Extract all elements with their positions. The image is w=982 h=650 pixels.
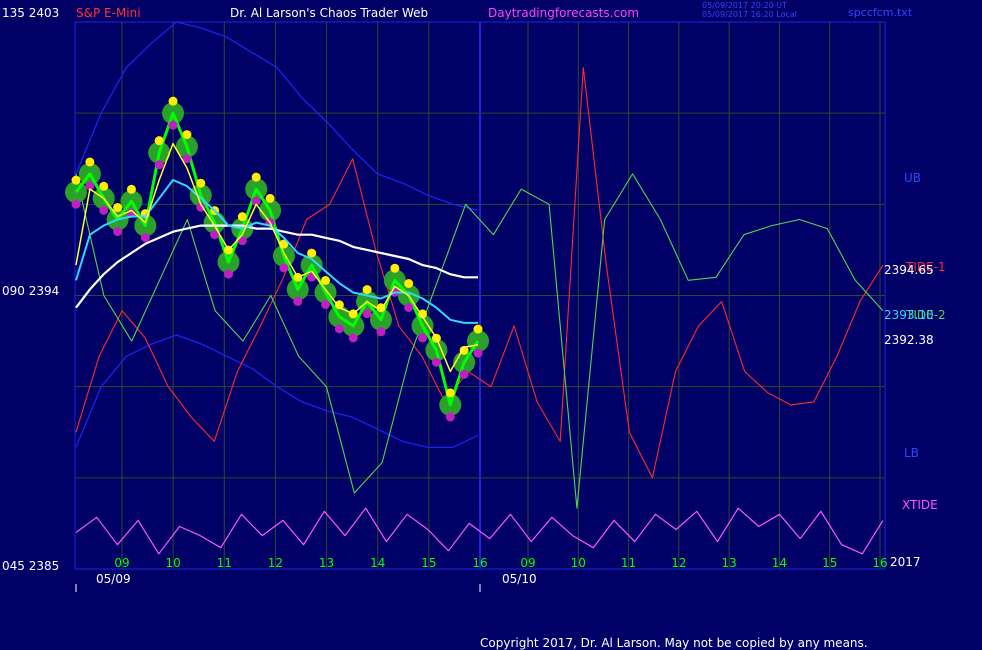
spec-file: spccfcm.txt	[848, 6, 913, 19]
price-dot-low-19	[334, 324, 344, 334]
x-tick-day1-6: 15	[421, 556, 436, 570]
price-dot-high-1	[85, 157, 95, 167]
y-tick-top: 135 2403	[2, 6, 60, 20]
price-dot-high-14	[265, 193, 275, 203]
timestamp-ut: 05/09/2017 20:20 UT	[702, 1, 787, 10]
x-tick-day2-2: 11	[621, 556, 636, 570]
label-ub: UB	[904, 171, 922, 185]
price-dot-high-4	[126, 184, 136, 194]
price-dot-high-0	[71, 175, 81, 185]
price-dot-low-6	[154, 160, 164, 170]
last-value-cyan: 2393.10	[884, 308, 934, 322]
price-dot-high-8	[182, 130, 192, 140]
price-dot-high-3	[113, 203, 123, 213]
brand-title: Dr. Al Larson's Chaos Trader Web	[230, 6, 429, 20]
chart-series	[65, 21, 884, 555]
price-dot-low-17	[307, 272, 317, 282]
price-dot-high-9	[196, 178, 206, 188]
label-xtide: XTIDE	[902, 498, 938, 512]
x-tick-day1-4: 13	[319, 556, 334, 570]
series-ub	[75, 21, 479, 212]
price-dot-high-12	[237, 212, 247, 222]
price-dot-high-27	[445, 388, 455, 398]
x-tick-day2-7: 16	[872, 556, 887, 570]
chart-axis: 09 10 11 12 13 14 15 16 09 10 11 12 13 14 15 16	[75, 556, 888, 592]
x-tick-day1-5: 14	[370, 556, 385, 570]
price-dot-low-3	[113, 227, 123, 237]
label-lb: LB	[904, 446, 919, 460]
x-tick-day1-0: 09	[114, 556, 129, 570]
timestamp-local: 05/09/2017 16:20 Local	[702, 10, 797, 19]
y-tick-mid: 090 2394	[2, 284, 60, 298]
chart-svg: 09 10 11 12 13 14 15 16 09 10 11 12 13 14 15 16	[65, 21, 888, 592]
price-dot-low-25	[418, 333, 428, 343]
x-tick-day1-7: 16	[472, 556, 487, 570]
x-tick-day1-3: 12	[268, 556, 283, 570]
price-dot-low-26	[431, 357, 441, 367]
chart-grid	[74, 21, 886, 570]
x-tick-day2-5: 14	[772, 556, 787, 570]
price-dot-high-29	[473, 324, 483, 334]
year-label: 2017	[890, 555, 921, 569]
price-dot-low-11	[223, 269, 233, 279]
price-dot-low-15	[279, 263, 289, 273]
price-dot-high-13	[251, 172, 261, 182]
price-dot-low-24	[404, 303, 414, 312]
x-tick-day2-6: 15	[822, 556, 837, 570]
x-tick-day2-0: 09	[520, 556, 535, 570]
price-dot-high-6	[154, 136, 164, 146]
price-dot-low-16	[293, 296, 303, 306]
price-dot-low-21	[362, 309, 372, 319]
y-tick-bottom: 045 2385	[2, 559, 60, 573]
price-dot-high-18	[321, 275, 331, 285]
copyright: Copyright 2017, Dr. Al Larson. May not b…	[480, 636, 868, 650]
price-dot-low-2	[99, 205, 109, 215]
price-dot-high-17	[307, 248, 317, 258]
price-dot-low-22	[376, 327, 386, 337]
last-value-white: 2394.65	[884, 263, 934, 277]
price-dot-low-29	[473, 348, 483, 358]
price-dot-low-18	[321, 299, 331, 309]
x-tick-day1-1: 10	[166, 556, 181, 570]
price-dot-high-2	[99, 181, 109, 191]
x-tick-day2-1: 10	[571, 556, 586, 570]
date-label-day1: 05/09	[96, 572, 131, 586]
price-dot-low-7	[168, 120, 178, 130]
price-dot-low-5	[140, 233, 150, 243]
site-link[interactable]: Daytradingforecasts.com	[488, 6, 639, 20]
price-dot-low-27	[445, 412, 455, 422]
symbol-title: S&P E-Mini	[76, 6, 141, 20]
x-tick-day2-4: 13	[722, 556, 737, 570]
price-dot-high-21	[362, 285, 372, 295]
x-tick-day2-3: 12	[671, 556, 686, 570]
price-dot-high-7	[168, 96, 178, 106]
last-value-yellow: 2392.38	[884, 333, 934, 347]
price-dot-low-28	[459, 369, 469, 379]
price-dot-low-0	[71, 199, 81, 209]
price-dot-high-23	[390, 263, 400, 273]
price-dot-low-20	[348, 333, 358, 343]
date-label-day2: 05/10	[502, 572, 537, 586]
series-lb	[75, 334, 479, 449]
price-dot-high-24	[404, 279, 414, 288]
x-tick-day1-2: 11	[217, 556, 232, 570]
